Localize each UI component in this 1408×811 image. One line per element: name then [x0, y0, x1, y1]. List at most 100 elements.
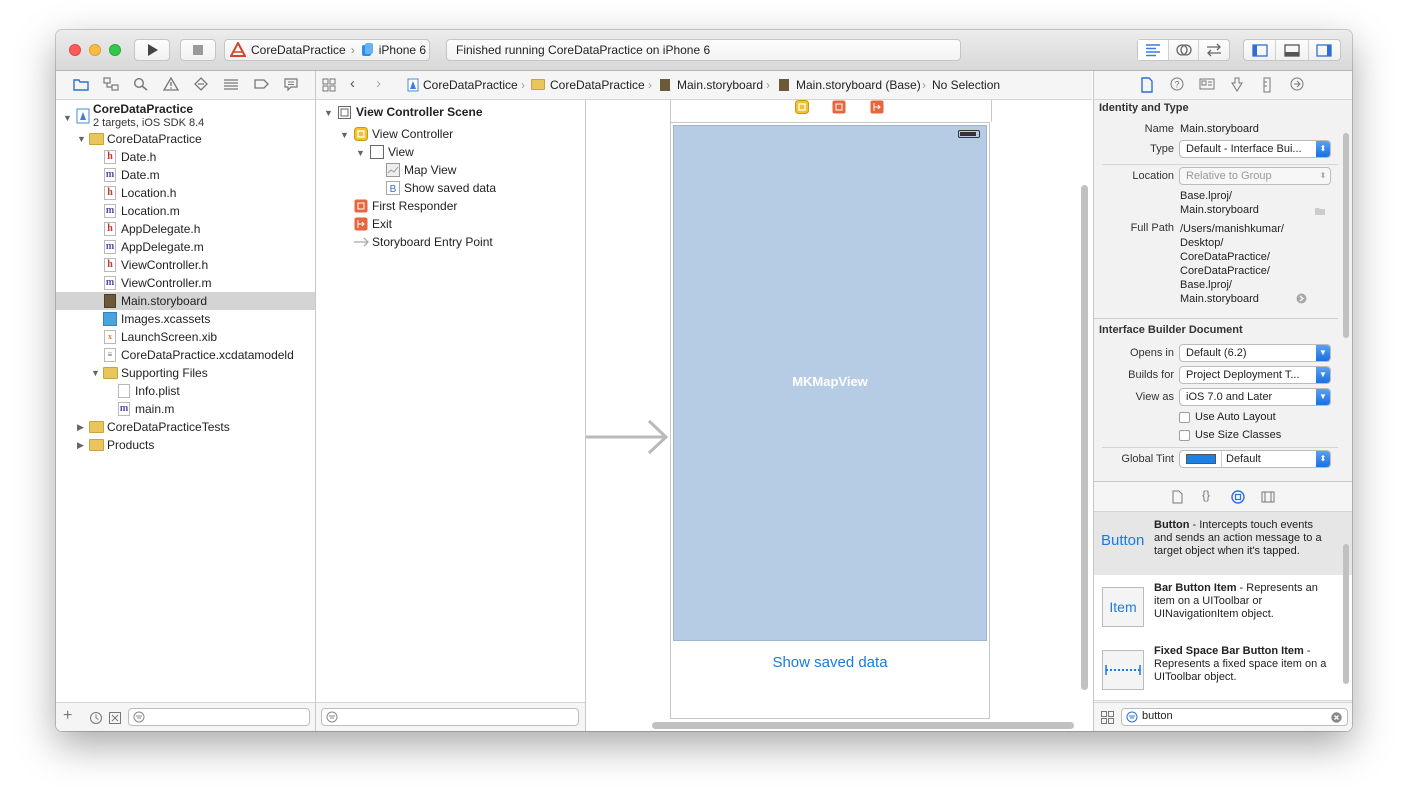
toggle-navigator-button[interactable] [1244, 40, 1277, 60]
outline-view-controller[interactable]: ▼ View Controller [340, 125, 453, 143]
file-template-icon[interactable] [1172, 490, 1184, 504]
tree-item-file[interactable]: m AppDelegate.m [56, 238, 315, 256]
location-popup[interactable]: Relative to Group ⬍ [1179, 167, 1331, 185]
map-view[interactable]: MKMapView [673, 125, 987, 641]
builds-for-popup[interactable]: Project Deployment T... ▼ [1179, 366, 1331, 384]
forward-arrow-icon[interactable]: › [376, 75, 381, 92]
navigator-filter-input[interactable] [128, 708, 310, 726]
tree-item-group[interactable]: ▶ Products [56, 436, 315, 454]
close-window-button[interactable] [69, 44, 81, 56]
outline-scene[interactable]: ▼ View Controller Scene [324, 103, 483, 121]
disclosure-open-icon[interactable]: ▼ [63, 109, 72, 127]
grid-view-icon[interactable] [1101, 711, 1114, 724]
disclosure-open-icon[interactable]: ▼ [324, 108, 333, 118]
storyboard-canvas[interactable]: MKMapView Show saved data [586, 100, 1092, 731]
recent-files-icon[interactable] [89, 711, 103, 725]
outline-view[interactable]: ▼ View [356, 143, 414, 161]
breadcrumb-selection[interactable]: No Selection [932, 78, 1000, 92]
tree-item-file-selected[interactable]: Main.storyboard [56, 292, 315, 310]
disclosure-open-icon[interactable]: ▼ [91, 364, 100, 382]
search-icon[interactable] [133, 77, 149, 93]
opens-in-popup[interactable]: Default (6.2) ▼ [1179, 344, 1331, 362]
attributes-inspector-icon[interactable] [1229, 77, 1245, 93]
show-saved-data-button[interactable]: Show saved data [671, 654, 989, 671]
type-popup[interactable]: Default - Interface Bui... ⬍ [1179, 140, 1331, 158]
toggle-debug-area-button[interactable] [1276, 40, 1309, 60]
disclosure-closed-icon[interactable]: ▶ [77, 436, 84, 454]
library-item-fixed-space[interactable]: Fixed Space Bar Button Item - Represents… [1094, 638, 1352, 701]
report-icon[interactable] [283, 77, 299, 93]
view-controller-icon[interactable] [795, 100, 809, 114]
breadcrumb-file[interactable]: Main.storyboard [677, 78, 763, 92]
tree-item-group[interactable]: ▼ Supporting Files [56, 364, 315, 382]
standard-editor-button[interactable] [1138, 40, 1169, 60]
zoom-window-button[interactable] [109, 44, 121, 56]
tree-item-group[interactable]: ▶ CoreDataPracticeTests [56, 418, 315, 436]
scheme-selector[interactable]: CoreDataPractice › iPhone 6 [224, 39, 430, 61]
tree-item-file[interactable]: m Location.m [56, 202, 315, 220]
media-library-icon[interactable] [1261, 490, 1275, 504]
tree-item-file[interactable]: x LaunchScreen.xib [56, 328, 315, 346]
breadcrumb-project[interactable]: CoreDataPractice [423, 78, 518, 92]
library-scrollbar[interactable] [1343, 544, 1349, 684]
outline-filter-input[interactable] [321, 708, 579, 726]
tree-item-file[interactable]: Images.xcassets [56, 310, 315, 328]
folder-icon[interactable] [1314, 206, 1326, 216]
tree-item-file[interactable]: h AppDelegate.h [56, 220, 315, 238]
breakpoint-icon[interactable] [253, 77, 269, 93]
run-button[interactable] [134, 39, 170, 61]
view-controller-scene[interactable]: MKMapView Show saved data [670, 122, 990, 719]
vertical-scrollbar[interactable] [1081, 185, 1088, 690]
add-icon[interactable]: + [63, 707, 72, 725]
disclosure-open-icon[interactable]: ▼ [356, 148, 365, 158]
tree-item-file[interactable]: m Date.m [56, 166, 315, 184]
tree-item-file[interactable]: h Location.h [56, 184, 315, 202]
tree-item-file[interactable]: h Date.h [56, 148, 315, 166]
tree-item-file[interactable]: ≡ CoreDataPractice.xcdatamodeld [56, 346, 315, 364]
object-library-icon[interactable] [1231, 490, 1245, 504]
clear-search-icon[interactable] [1331, 712, 1342, 723]
toggle-utilities-button[interactable] [1309, 40, 1340, 60]
related-items-icon[interactable] [322, 78, 336, 92]
library-item-button[interactable]: Button Button - Intercepts touch events … [1094, 512, 1352, 576]
disclosure-closed-icon[interactable]: ▶ [77, 418, 84, 436]
tree-item-file[interactable]: h ViewController.h [56, 256, 315, 274]
folder-icon[interactable] [73, 77, 89, 93]
breadcrumb-localization[interactable]: Main.storyboard (Base) [796, 78, 921, 92]
exit-icon[interactable] [870, 100, 884, 114]
view-as-popup[interactable]: iOS 7.0 and Later ▼ [1179, 388, 1331, 406]
code-snippet-icon[interactable]: {} [1202, 488, 1210, 502]
disclosure-open-icon[interactable]: ▼ [340, 130, 349, 140]
first-responder-icon[interactable] [832, 100, 846, 114]
identity-inspector-icon[interactable] [1199, 77, 1215, 93]
version-editor-button[interactable] [1199, 40, 1229, 60]
tree-item-file[interactable]: m ViewController.m [56, 274, 315, 292]
project-root-item[interactable]: ▼ CoreDataPractice 2 targets, iOS SDK 8.… [56, 101, 315, 131]
stop-button[interactable] [180, 39, 216, 61]
test-diamond-icon[interactable] [193, 77, 209, 93]
global-tint-popup[interactable]: Default ⬍ [1179, 450, 1331, 468]
library-search-input[interactable]: button [1121, 708, 1348, 726]
disclosure-open-icon[interactable]: ▼ [77, 130, 86, 148]
assistant-editor-button[interactable] [1169, 40, 1200, 60]
symbol-navigator-icon[interactable] [103, 77, 119, 93]
library-item-bar-button[interactable]: Item Bar Button Item - Represents an ite… [1094, 575, 1352, 639]
size-inspector-icon[interactable] [1259, 77, 1275, 93]
reveal-arrow-icon[interactable] [1296, 293, 1307, 304]
warning-icon[interactable] [162, 76, 180, 93]
tree-item-file[interactable]: m main.m [56, 400, 315, 418]
debug-navigator-icon[interactable] [223, 77, 239, 93]
back-arrow-icon[interactable]: ‹ [350, 75, 355, 92]
size-classes-checkbox[interactable] [1179, 430, 1190, 441]
auto-layout-checkbox[interactable] [1179, 412, 1190, 423]
editor-mode-segmented-control[interactable] [1137, 39, 1230, 61]
source-control-filter-icon[interactable] [108, 711, 122, 725]
view-toggle-segmented-control[interactable] [1243, 39, 1341, 61]
inspector-scrollbar[interactable] [1343, 133, 1349, 338]
breadcrumb-group[interactable]: CoreDataPractice [550, 78, 645, 92]
tree-item-file[interactable]: Info.plist [56, 382, 315, 400]
quick-help-icon[interactable]: ? [1169, 77, 1185, 93]
connections-inspector-icon[interactable] [1289, 77, 1305, 93]
minimize-window-button[interactable] [89, 44, 101, 56]
tree-item-group[interactable]: ▼ CoreDataPractice [56, 130, 315, 148]
